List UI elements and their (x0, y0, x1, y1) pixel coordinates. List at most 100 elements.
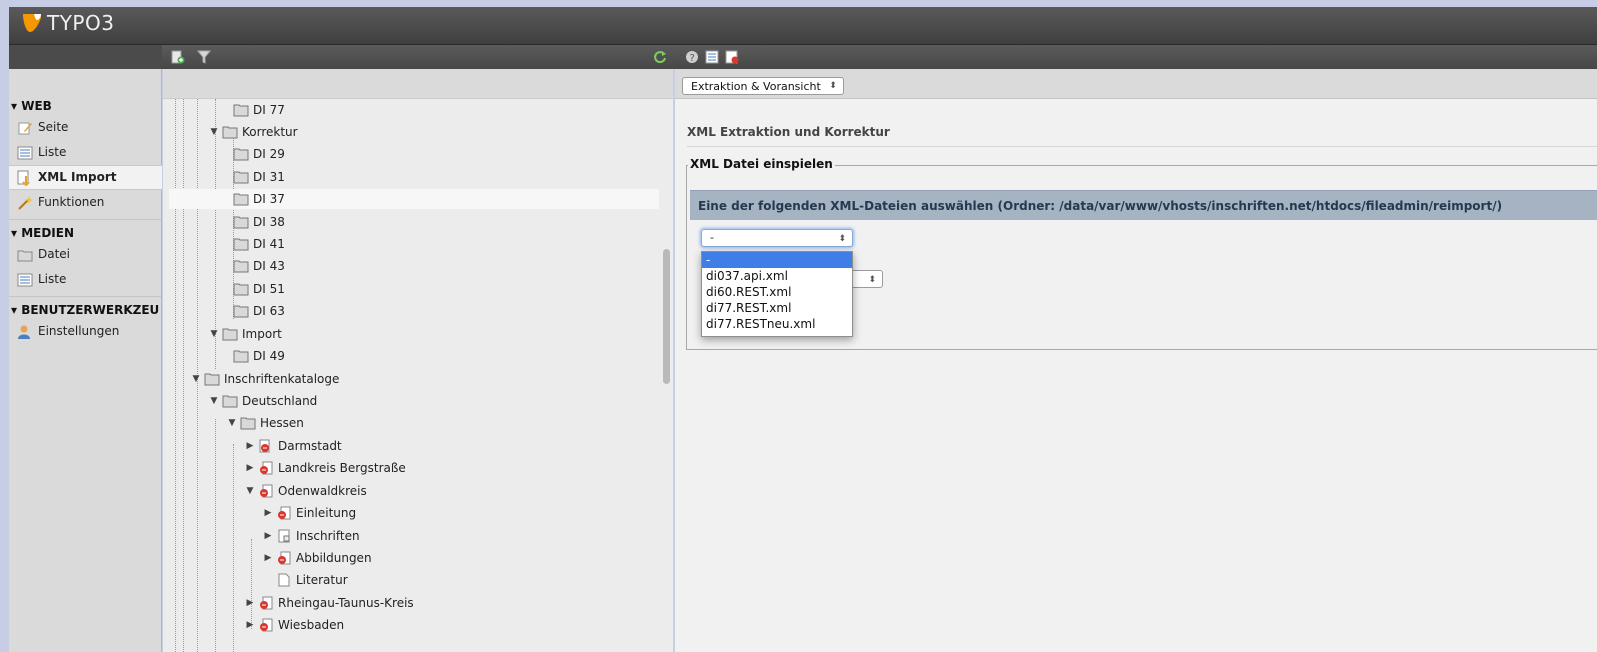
module-item-seite[interactable]: Seite (9, 115, 161, 140)
tree-node-darmstadt[interactable]: ▶ Darmstadt (245, 436, 342, 456)
tree-node-label: DI 63 (253, 304, 285, 318)
module-item-label: Liste (38, 272, 67, 286)
function-select-value: Extraktion & Voransicht (691, 80, 821, 93)
xml-import-icon (17, 170, 30, 186)
page-tree: DI 77 ▼ Korrektur DI 29 DI 31 DI 37 DI 3… (163, 69, 674, 652)
module-group-medien[interactable]: ▾ MEDIEN (9, 224, 161, 242)
function-select[interactable]: Extraktion & Voransicht ⬍ (682, 77, 844, 95)
tree-node-abbildungen[interactable]: ▶ Abbildungen (263, 548, 372, 568)
tree-node-label: DI 38 (253, 215, 285, 229)
collapse-arrow-icon[interactable]: ▼ (191, 374, 201, 384)
typo3-logo[interactable]: TYPO3 (21, 11, 114, 35)
dropdown-option[interactable]: - (702, 252, 852, 268)
tree-node-korrektur[interactable]: ▼ Korrektur (209, 122, 298, 142)
tree-node-hessen[interactable]: ▼ Hessen (227, 413, 304, 433)
clipboard-icon[interactable] (725, 50, 739, 64)
expand-arrow-icon[interactable]: ▶ (245, 441, 255, 451)
tree-node-einleitung[interactable]: ▶ Einleitung (263, 503, 357, 523)
tree-node-di-31[interactable]: DI 31 (233, 167, 285, 187)
filter-icon[interactable] (197, 50, 211, 64)
dropdown-option[interactable]: di037.api.xml (702, 268, 852, 284)
tree-node-label: Deutschland (242, 394, 318, 408)
collapse-arrow-icon[interactable]: ▼ (209, 396, 219, 406)
module-item-xml-import[interactable]: XML Import (9, 165, 162, 190)
collapse-arrow-icon[interactable]: ▼ (227, 418, 237, 428)
expand-arrow-icon[interactable]: ▶ (245, 598, 255, 608)
tree-node-label: DI 41 (253, 237, 285, 251)
select-arrows-icon: ⬍ (829, 81, 837, 91)
module-item-liste-medien[interactable]: Liste (9, 267, 161, 292)
module-item-liste[interactable]: Liste (9, 140, 161, 165)
select-arrows-icon: ⬍ (838, 234, 846, 244)
tree-node-landkreis-bergstrasse[interactable]: ▶ Landkreis Bergstraße (245, 458, 406, 478)
expand-arrow-icon[interactable]: ▶ (245, 463, 255, 473)
module-item-datei[interactable]: Datei (9, 242, 161, 267)
module-group-web[interactable]: ▾ WEB (9, 97, 161, 115)
restricted-page-icon (260, 618, 273, 632)
dropdown-option[interactable]: di77.RESTneu.xml (702, 316, 852, 332)
tree-node-di-49[interactable]: DI 49 (233, 346, 285, 366)
tree-node-wiesbaden[interactable]: ▶ Wiesbaden (245, 615, 345, 635)
new-page-icon[interactable] (171, 50, 185, 64)
list-icon (17, 146, 33, 159)
help-icon[interactable]: ? (685, 50, 699, 64)
folder-icon (233, 216, 249, 229)
tree-scrollbar[interactable] (663, 249, 670, 384)
tree-node-label: Odenwaldkreis (278, 484, 367, 498)
collapse-arrow-icon[interactable]: ▼ (209, 329, 219, 339)
module-item-einstellungen[interactable]: Einstellungen (9, 319, 161, 344)
logo-text: TYPO3 (47, 11, 115, 35)
module-item-label: Einstellungen (38, 324, 120, 338)
module-item-label: Seite (38, 120, 69, 134)
refresh-icon[interactable] (653, 50, 667, 64)
expand-arrow-icon[interactable]: ▶ (245, 620, 255, 630)
tree-node-import[interactable]: ▼ Import (209, 324, 282, 344)
tree-node-label: Abbildungen (296, 551, 372, 565)
tree-node-di-43[interactable]: DI 43 (233, 256, 285, 276)
expand-arrow-icon[interactable]: ▶ (263, 553, 273, 563)
list-icon (17, 273, 33, 286)
collapse-arrow-icon[interactable]: ▼ (245, 486, 255, 496)
tree-node-literatur[interactable]: Literatur (276, 570, 348, 590)
tree-node-label: Wiesbaden (278, 618, 345, 632)
tree-node-inschriften[interactable]: ▶ Inschriften (263, 526, 360, 546)
dropdown-option[interactable]: di77.REST.xml (702, 300, 852, 316)
tree-node-di-77[interactable]: DI 77 (233, 100, 285, 120)
typo3-logo-icon (23, 14, 41, 32)
tree-node-di-63[interactable]: DI 63 (233, 301, 285, 321)
module-item-label: Funktionen (38, 195, 105, 209)
tree-node-deutschland[interactable]: ▼ Deutschland (209, 391, 318, 411)
page-shortcut-icon (278, 529, 290, 543)
list-icon[interactable] (705, 50, 719, 64)
dropdown-option[interactable]: di60.REST.xml (702, 284, 852, 300)
typo3-backend: TYPO3 ? ▾ WEB Seite Liste XML Import Fun… (0, 0, 1597, 652)
tree-node-di-41[interactable]: DI 41 (233, 234, 285, 254)
module-item-label: XML Import (38, 170, 117, 184)
folder-icon (233, 104, 249, 117)
expand-arrow-icon[interactable]: ▶ (263, 531, 273, 541)
xml-file-select[interactable]: - ⬍ (701, 229, 853, 247)
module-menu-header (9, 69, 161, 97)
tree-node-rheingau-taunus-kreis[interactable]: ▶ Rheingau-Taunus-Kreis (245, 593, 414, 613)
restricted-page-icon (259, 439, 270, 453)
content-area: Extraktion & Voransicht ⬍ XML Extraktion… (675, 69, 1597, 652)
fieldset-legend: XML Datei einspielen (688, 157, 835, 171)
title-divider (687, 146, 1597, 147)
instruction-text: Eine der folgenden XML-Dateien auswählen… (698, 199, 1503, 213)
tree-node-inschriftenkataloge[interactable]: ▼ Inschriftenkataloge (191, 369, 340, 389)
tree-guide-line (183, 99, 184, 652)
collapse-arrow-icon[interactable]: ▼ (209, 127, 219, 137)
expand-arrow-icon[interactable]: ▶ (263, 508, 273, 518)
tree-node-label: Import (242, 327, 282, 341)
folder-icon (204, 373, 220, 386)
module-group-benutzerwerkzeuge[interactable]: ▾ BENUTZERWERKZEU (9, 301, 161, 319)
folder-icon (222, 126, 238, 139)
tree-node-odenwaldkreis[interactable]: ▼ Odenwaldkreis (245, 481, 367, 501)
tree-node-di-29[interactable]: DI 29 (233, 144, 285, 164)
module-item-funktionen[interactable]: Funktionen (9, 190, 161, 215)
tree-node-di-37[interactable]: DI 37 (169, 189, 659, 209)
tree-node-label: DI 51 (253, 282, 285, 296)
select-arrows-icon: ⬍ (868, 275, 876, 285)
tree-node-di-51[interactable]: DI 51 (233, 279, 285, 299)
tree-node-di-38[interactable]: DI 38 (233, 212, 285, 232)
